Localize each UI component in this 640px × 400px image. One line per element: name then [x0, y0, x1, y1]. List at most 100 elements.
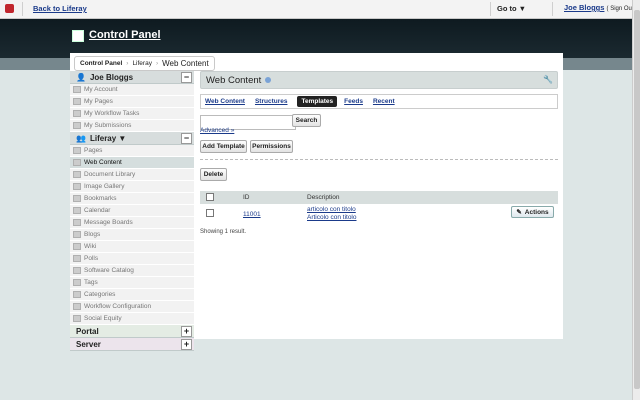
row-select-cell — [200, 204, 242, 224]
sidebar-item-label: My Workflow Tasks — [84, 110, 140, 117]
document-library-icon — [73, 171, 81, 178]
section-title: Server — [76, 339, 101, 349]
sidebar-item-pages[interactable]: Pages — [70, 145, 194, 157]
wrench-icon[interactable]: 🔧 — [543, 75, 553, 84]
categories-icon — [73, 291, 81, 298]
sidebar-item-label: Polls — [84, 255, 99, 262]
breadcrumb-control-panel[interactable]: Control Panel — [80, 60, 122, 67]
sidebar-item-software-catalog[interactable]: Software Catalog — [70, 265, 194, 277]
section-title: Joe Bloggs — [89, 72, 134, 82]
search-button[interactable]: Search — [292, 114, 321, 127]
row-id-link[interactable]: 11001 — [243, 211, 261, 218]
social-equity-icon — [73, 315, 81, 322]
sidebar-item-document-library[interactable]: Document Library — [70, 169, 194, 181]
sidebar-item-label: Web Content — [84, 159, 122, 166]
sidebar: 👤 Joe Bloggs − My Account My Pages My Wo… — [70, 71, 194, 351]
tab-feeds[interactable]: Feeds — [344, 98, 363, 105]
row-checkbox[interactable] — [206, 209, 214, 217]
sidebar-item-label: Workflow Configuration — [84, 303, 152, 310]
sidebar-item-social-equity[interactable]: Social Equity — [70, 313, 194, 325]
collapse-icon[interactable]: − — [181, 72, 192, 83]
sidebar-item-tags[interactable]: Tags — [70, 277, 194, 289]
sidebar-section-portal[interactable]: Portal + — [70, 325, 194, 338]
divider — [200, 159, 558, 160]
chevron-right-icon: › — [126, 60, 129, 67]
portlet-header: Web Content 🔧 — [200, 71, 558, 89]
sidebar-item-message-boards[interactable]: Message Boards — [70, 217, 194, 229]
sidebar-item-label: Image Gallery — [84, 183, 125, 190]
sidebar-item-label: Tags — [84, 279, 98, 286]
column-header-id[interactable]: ID — [242, 191, 306, 204]
sidebar-item-my-submissions[interactable]: My Submissions — [70, 120, 194, 132]
tab-web-content[interactable]: Web Content — [205, 98, 245, 105]
user-icon: 👤 — [76, 72, 86, 82]
actions-label: Actions — [524, 208, 549, 216]
sidebar-section-liferay[interactable]: 👥 Liferay ▼ − — [70, 132, 194, 145]
select-all-header — [200, 191, 242, 204]
sidebar-section-server[interactable]: Server + — [70, 338, 194, 351]
sidebar-item-wiki[interactable]: Wiki — [70, 241, 194, 253]
help-icon[interactable] — [265, 77, 272, 83]
sidebar-item-label: Social Equity — [84, 315, 122, 322]
permissions-button[interactable]: Permissions — [250, 140, 293, 153]
sidebar-item-workflow-configuration[interactable]: Workflow Configuration — [70, 301, 194, 313]
edit-icon: ✎ — [516, 209, 522, 216]
tab-bar: Web Content Structures Templates Feeds R… — [200, 94, 558, 109]
tab-structures[interactable]: Structures — [255, 98, 288, 105]
sidebar-item-my-pages[interactable]: My Pages — [70, 96, 194, 108]
go-to-menu[interactable]: Go to ▼ — [497, 4, 526, 13]
sidebar-section-user[interactable]: 👤 Joe Bloggs − — [70, 71, 194, 84]
pages-icon — [73, 147, 81, 154]
message-boards-icon — [73, 219, 81, 226]
sidebar-item-categories[interactable]: Categories — [70, 289, 194, 301]
sidebar-item-calendar[interactable]: Calendar — [70, 205, 194, 217]
sidebar-item-polls[interactable]: Polls — [70, 253, 194, 265]
delete-button[interactable]: Delete — [200, 168, 227, 181]
workflow-icon — [73, 110, 81, 117]
image-gallery-icon — [73, 183, 81, 190]
sidebar-item-web-content[interactable]: Web Content — [70, 157, 194, 169]
tab-templates[interactable]: Templates — [297, 96, 338, 107]
bookmarks-icon — [73, 195, 81, 202]
back-to-liferay-link[interactable]: Back to Liferay — [33, 4, 87, 13]
divider — [490, 2, 491, 16]
sidebar-item-label: Blogs — [84, 231, 101, 238]
submissions-icon — [73, 122, 81, 129]
expand-icon[interactable]: + — [181, 339, 192, 350]
pages-icon — [73, 98, 81, 105]
vertical-scrollbar[interactable] — [632, 0, 640, 400]
software-catalog-icon — [73, 267, 81, 274]
sidebar-item-label: Categories — [84, 291, 116, 298]
select-all-checkbox[interactable] — [206, 192, 214, 201]
liferay-logo-icon — [5, 4, 14, 13]
row-id-cell: 11001 — [242, 204, 306, 224]
calendar-icon — [73, 207, 81, 214]
table-row: 11001 articolo con titolo Articolo con t… — [200, 204, 558, 224]
tab-recent[interactable]: Recent — [373, 98, 395, 105]
sidebar-item-blogs[interactable]: Blogs — [70, 229, 194, 241]
sidebar-item-bookmarks[interactable]: Bookmarks — [70, 193, 194, 205]
control-panel-title[interactable]: Control Panel — [89, 29, 161, 41]
expand-icon[interactable]: + — [181, 326, 192, 337]
results-count: Showing 1 result. — [200, 229, 247, 235]
templates-table: ID Description 11001 articolo con titolo… — [200, 191, 558, 224]
sidebar-item-image-gallery[interactable]: Image Gallery — [70, 181, 194, 193]
column-header-description[interactable]: Description — [306, 191, 558, 204]
sidebar-item-label: My Submissions — [84, 122, 132, 129]
actions-button[interactable]: ✎ Actions — [511, 206, 554, 218]
add-template-button[interactable]: Add Template — [200, 140, 247, 153]
content-panel: Control Panel › Liferay › Web Content 👤 … — [70, 53, 563, 351]
scrollbar-thumb[interactable] — [634, 10, 640, 389]
chevron-right-icon: › — [155, 60, 159, 67]
wiki-icon — [73, 243, 81, 250]
user-name-link[interactable]: Joe Bloggs — [564, 3, 604, 12]
collapse-icon[interactable]: − — [181, 133, 192, 144]
sidebar-item-my-account[interactable]: My Account — [70, 84, 194, 96]
divider — [552, 2, 553, 16]
account-icon — [73, 86, 81, 93]
sidebar-item-my-workflow-tasks[interactable]: My Workflow Tasks — [70, 108, 194, 120]
advanced-search-link[interactable]: Advanced » — [200, 127, 234, 134]
polls-icon — [73, 255, 81, 262]
breadcrumb-liferay[interactable]: Liferay — [132, 60, 152, 67]
workflow-configuration-icon — [73, 303, 81, 310]
